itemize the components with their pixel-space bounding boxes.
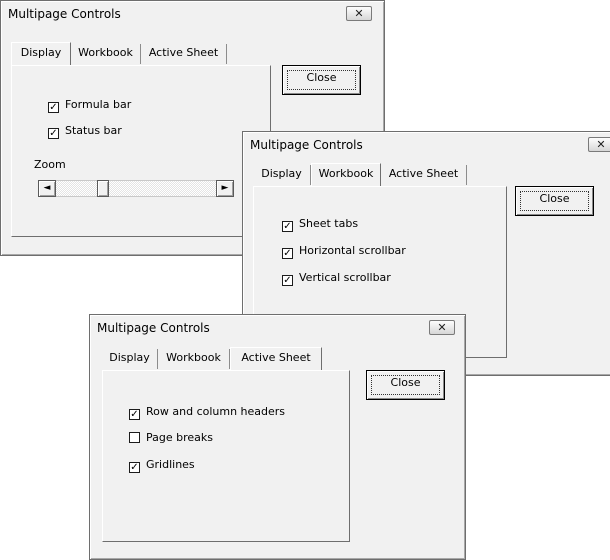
checkbox-label: Row and column headers bbox=[146, 405, 286, 418]
checkbox-label: Status bar bbox=[65, 124, 122, 137]
gridlines-checkbox[interactable]: ✓ Gridlines bbox=[129, 458, 195, 473]
tab-display[interactable]: Display bbox=[102, 349, 158, 369]
checkbox-label: Formula bar bbox=[65, 98, 132, 111]
close-button[interactable]: Close bbox=[515, 186, 594, 216]
close-icon: ✕ bbox=[596, 138, 606, 151]
tab-label: Active Sheet bbox=[148, 46, 219, 59]
check-icon: ✓ bbox=[282, 248, 293, 259]
title-bar[interactable]: Multipage Controls ✕ bbox=[91, 316, 464, 338]
close-button[interactable]: Close bbox=[282, 65, 361, 95]
checkbox-label: Vertical scrollbar bbox=[299, 271, 391, 284]
checkbox-label: Sheet tabs bbox=[299, 217, 359, 230]
zoom-label: Zoom bbox=[34, 158, 66, 171]
close-window-button[interactable]: ✕ bbox=[588, 137, 610, 152]
check-icon: ✓ bbox=[48, 102, 59, 113]
tab-label: Display bbox=[261, 167, 302, 180]
arrow-right-icon: ► bbox=[221, 183, 229, 193]
tab-label: Workbook bbox=[166, 351, 221, 364]
check-icon: ✓ bbox=[282, 275, 293, 286]
close-button-label: Close bbox=[306, 71, 337, 84]
check-icon: ✓ bbox=[282, 221, 293, 232]
tab-label: Workbook bbox=[318, 167, 374, 180]
close-button-label: Close bbox=[539, 192, 570, 205]
scroll-left-button[interactable]: ◄ bbox=[38, 180, 56, 197]
tab-workbook[interactable]: Workbook bbox=[311, 163, 381, 186]
check-icon: ✓ bbox=[129, 462, 140, 473]
tab-active-sheet[interactable]: Active Sheet bbox=[381, 165, 467, 185]
close-button-label: Close bbox=[390, 376, 421, 389]
close-window-button[interactable]: ✕ bbox=[429, 320, 455, 335]
tab-strip: Display Workbook Active Sheet bbox=[102, 347, 352, 371]
check-icon: ✓ bbox=[48, 128, 59, 139]
tab-label: Active Sheet bbox=[388, 167, 459, 180]
tab-page: ✓ Row and column headers Page breaks ✓ Gri… bbox=[102, 370, 350, 542]
close-button[interactable]: Close bbox=[366, 370, 445, 400]
zoom-scrollbar[interactable]: ◄ ► bbox=[38, 180, 234, 197]
close-icon: ✕ bbox=[354, 7, 364, 20]
tab-display[interactable]: Display bbox=[11, 42, 71, 65]
close-window-button[interactable]: ✕ bbox=[346, 6, 372, 21]
arrow-left-icon: ◄ bbox=[43, 183, 51, 193]
check-icon: ✓ bbox=[129, 409, 140, 420]
checkbox-label: Gridlines bbox=[146, 458, 195, 471]
page-breaks-checkbox[interactable]: Page breaks bbox=[129, 431, 213, 444]
tab-display[interactable]: Display bbox=[253, 165, 311, 185]
row-column-headers-checkbox[interactable]: ✓ Row and column headers bbox=[129, 405, 285, 420]
formula-bar-checkbox[interactable]: ✓ Formula bar bbox=[48, 98, 131, 113]
tab-page: ✓ Formula bar ✓ Status bar Zoom ◄ ► bbox=[11, 65, 271, 237]
tab-active-sheet[interactable]: Active Sheet bbox=[141, 44, 227, 64]
dialog-title: Multipage Controls bbox=[8, 7, 121, 21]
dialog-active-sheet: Multipage Controls ✕ Display Workbook Ac… bbox=[89, 314, 466, 560]
sheet-tabs-checkbox[interactable]: ✓ Sheet tabs bbox=[282, 217, 358, 232]
tab-label: Display bbox=[109, 351, 150, 364]
title-bar[interactable]: Multipage Controls ✕ bbox=[244, 133, 610, 155]
title-bar[interactable]: Multipage Controls ✕ bbox=[2, 2, 383, 24]
horizontal-scrollbar-checkbox[interactable]: ✓ Horizontal scrollbar bbox=[282, 244, 406, 259]
dialog-title: Multipage Controls bbox=[97, 321, 210, 335]
checkbox-label: Page breaks bbox=[146, 431, 213, 444]
tab-workbook[interactable]: Workbook bbox=[158, 349, 230, 369]
dialog-title: Multipage Controls bbox=[250, 138, 363, 152]
status-bar-checkbox[interactable]: ✓ Status bar bbox=[48, 124, 122, 139]
close-icon: ✕ bbox=[437, 321, 447, 334]
tab-label: Workbook bbox=[78, 46, 133, 59]
tab-label: Display bbox=[20, 46, 62, 59]
scroll-thumb[interactable] bbox=[97, 180, 109, 197]
tab-active-sheet[interactable]: Active Sheet bbox=[230, 347, 322, 370]
tab-strip: Display Workbook Active Sheet bbox=[253, 163, 513, 187]
checkbox-label: Horizontal scrollbar bbox=[299, 244, 406, 257]
tab-label: Active Sheet bbox=[241, 351, 311, 364]
unchecked-box-icon bbox=[129, 432, 140, 443]
vertical-scrollbar-checkbox[interactable]: ✓ Vertical scrollbar bbox=[282, 271, 391, 286]
tab-workbook[interactable]: Workbook bbox=[71, 44, 141, 64]
scroll-right-button[interactable]: ► bbox=[216, 180, 234, 197]
tab-strip: Display Workbook Active Sheet bbox=[11, 42, 271, 66]
